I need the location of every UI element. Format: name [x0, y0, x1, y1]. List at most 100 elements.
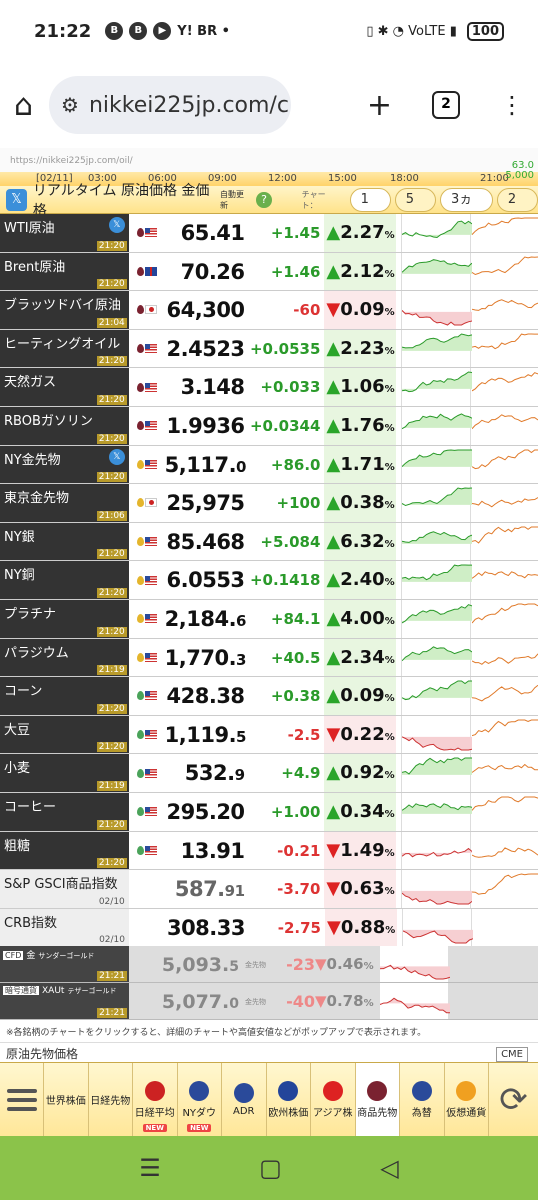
commodity-name-cell[interactable]: S&P GSCI商品指数 02/10 — [0, 870, 129, 908]
x-share-icon[interactable]: 𝕏 — [6, 188, 27, 211]
nav-5-button[interactable]: 欧州株価 — [267, 1063, 311, 1136]
commodity-name-cell[interactable]: RBOBガソリン 21:20 — [0, 406, 129, 445]
more-menu-icon[interactable]: ⋮ — [500, 91, 524, 119]
longterm-sparkline[interactable] — [472, 715, 538, 754]
longterm-sparkline[interactable] — [472, 870, 538, 908]
intraday-sparkline[interactable] — [401, 484, 473, 522]
commodity-row[interactable]: RBOBガソリン 21:20 1.9936 +0.0344 ▲1.76% — [0, 406, 538, 446]
longterm-sparkline[interactable] — [472, 522, 538, 561]
hamburger-menu-icon[interactable] — [0, 1063, 44, 1136]
tab-switcher-button[interactable]: 2 — [432, 91, 460, 119]
longterm-sparkline[interactable] — [472, 792, 538, 831]
commodity-row[interactable]: 天然ガス 21:20 3.148 +0.033 ▲1.06% — [0, 368, 538, 407]
commodity-name-cell[interactable]: ヒーティングオイル 21:20 — [0, 329, 129, 368]
home-icon[interactable]: ⌂ — [14, 88, 33, 123]
cme-link[interactable]: CME — [496, 1047, 528, 1062]
commodity-name-cell[interactable]: プラチナ 21:20 — [0, 599, 129, 638]
nav-4-button[interactable]: ADR — [222, 1063, 267, 1136]
back-icon[interactable]: ◁ — [380, 1154, 398, 1182]
refresh-icon[interactable]: ⟳ — [489, 1063, 538, 1136]
nav-8-button[interactable]: 為替 — [400, 1063, 445, 1136]
auto-update-label[interactable]: 自動更新 — [220, 189, 250, 211]
commodity-name-cell[interactable]: NY金先物 𝕏 21:20 — [0, 445, 129, 484]
longterm-sparkline[interactable] — [472, 754, 538, 792]
home-button-icon[interactable]: ▢ — [259, 1154, 282, 1182]
commodity-row[interactable]: NY銀 21:20 85.468 +5.084 ▲6.32% — [0, 522, 538, 562]
commodity-row[interactable]: 粗糖 21:20 13.91 -0.21 ▼1.49% — [0, 831, 538, 871]
commodity-row[interactable]: S&P GSCI商品指数 02/10 587.91 -3.70 ▼0.63% — [0, 870, 538, 909]
intraday-sparkline[interactable] — [401, 214, 473, 252]
commodity-row[interactable]: プラチナ 21:20 2,184.6 +84.1 ▲4.00% — [0, 599, 538, 639]
cfd-row[interactable]: 暗号通貨 XAUt テザーゴールド 21:21 5,077.0 金先物 -40 ▼0.78% — [0, 983, 538, 1020]
commodity-row[interactable]: ブラッツドバイ原油 21:04 64,300 -60 ▼0.09% — [0, 291, 538, 330]
commodity-row[interactable]: コーヒー 21:20 295.20 +1.00 ▲0.34% — [0, 792, 538, 832]
commodity-name-cell[interactable]: 粗糖 21:20 — [0, 831, 129, 870]
intraday-sparkline[interactable] — [401, 599, 473, 638]
cfd-sparkline[interactable] — [379, 946, 450, 982]
commodity-row[interactable]: パラジウム 21:19 1,770.3 +40.5 ▲2.34% — [0, 638, 538, 678]
commodity-row[interactable]: 小麦 21:19 532.9 +4.9 ▲0.92% — [0, 754, 538, 793]
longterm-sparkline[interactable] — [472, 561, 538, 599]
commodity-name-cell[interactable]: ブラッツドバイ原油 21:04 — [0, 291, 129, 329]
nav-7-button[interactable]: 商品先物 — [355, 1063, 400, 1136]
range-2y-button[interactable]: 2年 — [496, 187, 538, 229]
intraday-sparkline[interactable] — [401, 522, 473, 561]
commodity-name-cell[interactable]: コーヒー 21:20 — [0, 792, 129, 831]
commodity-name-cell[interactable]: NY銅 21:20 — [0, 561, 129, 599]
longterm-sparkline[interactable] — [472, 329, 538, 368]
nav-3-button[interactable]: NYダウ NEW — [178, 1063, 222, 1136]
commodity-name-cell[interactable]: 東京金先物 21:06 — [0, 484, 129, 522]
longterm-sparkline[interactable] — [472, 406, 538, 445]
cfd-name-cell[interactable]: CFD 金サンダーゴールド 21:21 — [0, 946, 129, 982]
commodity-name-cell[interactable]: 小麦 21:19 — [0, 754, 129, 792]
range-5d-button[interactable]: 5日 — [394, 187, 436, 229]
intraday-sparkline[interactable] — [401, 368, 473, 406]
longterm-sparkline[interactable] — [472, 214, 538, 252]
commodity-row[interactable]: ヒーティングオイル 21:20 2.4523 +0.0535 ▲2.23% — [0, 329, 538, 369]
longterm-sparkline[interactable] — [472, 831, 538, 870]
intraday-sparkline[interactable] — [401, 715, 473, 754]
x-share-icon[interactable]: 𝕏 — [108, 217, 125, 233]
commodity-row[interactable]: 東京金先物 21:06 25,975 +100 ▲0.38% — [0, 484, 538, 523]
cfd-row[interactable]: CFD 金サンダーゴールド 21:21 5,093.5 金先物 -23 ▼0.46% — [0, 946, 538, 983]
longterm-sparkline[interactable] — [472, 291, 538, 329]
commodity-row[interactable]: コーン 21:20 428.38 +0.38 ▲0.09% — [0, 677, 538, 716]
intraday-sparkline[interactable] — [401, 561, 473, 599]
commodity-name-cell[interactable]: WTI原油 𝕏 21:20 — [0, 214, 129, 252]
commodity-name-cell[interactable]: 大豆 21:20 — [0, 715, 129, 754]
intraday-sparkline[interactable] — [402, 908, 473, 947]
intraday-sparkline[interactable] — [401, 445, 473, 484]
intraday-sparkline[interactable] — [401, 329, 473, 368]
longterm-sparkline[interactable] — [472, 445, 538, 484]
intraday-sparkline[interactable] — [401, 252, 473, 291]
intraday-sparkline[interactable] — [401, 291, 473, 329]
help-icon[interactable]: ? — [256, 191, 272, 208]
intraday-sparkline[interactable] — [401, 792, 473, 831]
cfd-name-cell[interactable]: 暗号通貨 XAUt テザーゴールド 21:21 — [0, 983, 129, 1019]
longterm-sparkline[interactable] — [472, 252, 538, 291]
longterm-sparkline[interactable] — [472, 599, 538, 638]
recents-icon[interactable]: ☰ — [139, 1154, 161, 1182]
commodity-name-cell[interactable]: コーン 21:20 — [0, 677, 129, 715]
commodity-name-cell[interactable]: パラジウム 21:19 — [0, 638, 129, 677]
commodity-row[interactable]: NY金先物 𝕏 21:20 5,117.0 +86.0 ▲1.71% — [0, 445, 538, 485]
intraday-sparkline[interactable] — [401, 406, 473, 445]
nav-9-button[interactable]: 仮想通貨 — [445, 1063, 489, 1136]
new-tab-icon[interactable]: + — [367, 88, 392, 123]
address-bar[interactable]: ⚙ nikkei225jp.com/c — [49, 76, 292, 134]
range-3m-button[interactable]: 3ヵ月 — [439, 187, 493, 229]
range-1d-button[interactable]: 1日 — [349, 187, 391, 229]
nav-1-button[interactable]: 日経先物 — [89, 1063, 133, 1136]
commodity-row[interactable]: CRB指数 02/10 308.33 -2.75 ▼0.88% — [0, 908, 538, 948]
intraday-sparkline[interactable] — [401, 638, 473, 677]
nav-0-button[interactable]: 世界株価 — [44, 1063, 89, 1136]
longterm-sparkline[interactable] — [472, 677, 538, 715]
commodity-name-cell[interactable]: CRB指数 02/10 — [0, 908, 129, 947]
commodity-name-cell[interactable]: 天然ガス 21:20 — [0, 368, 129, 406]
commodity-row[interactable]: Brent原油 21:20 70.26 +1.46 ▲2.12% — [0, 252, 538, 292]
commodity-row[interactable]: 大豆 21:20 1,119.5 -2.5 ▼0.22% — [0, 715, 538, 755]
intraday-sparkline[interactable] — [401, 831, 473, 870]
site-settings-icon[interactable]: ⚙ — [61, 93, 79, 117]
intraday-sparkline[interactable] — [401, 677, 473, 715]
nav-2-button[interactable]: 日経平均 NEW — [133, 1063, 178, 1136]
